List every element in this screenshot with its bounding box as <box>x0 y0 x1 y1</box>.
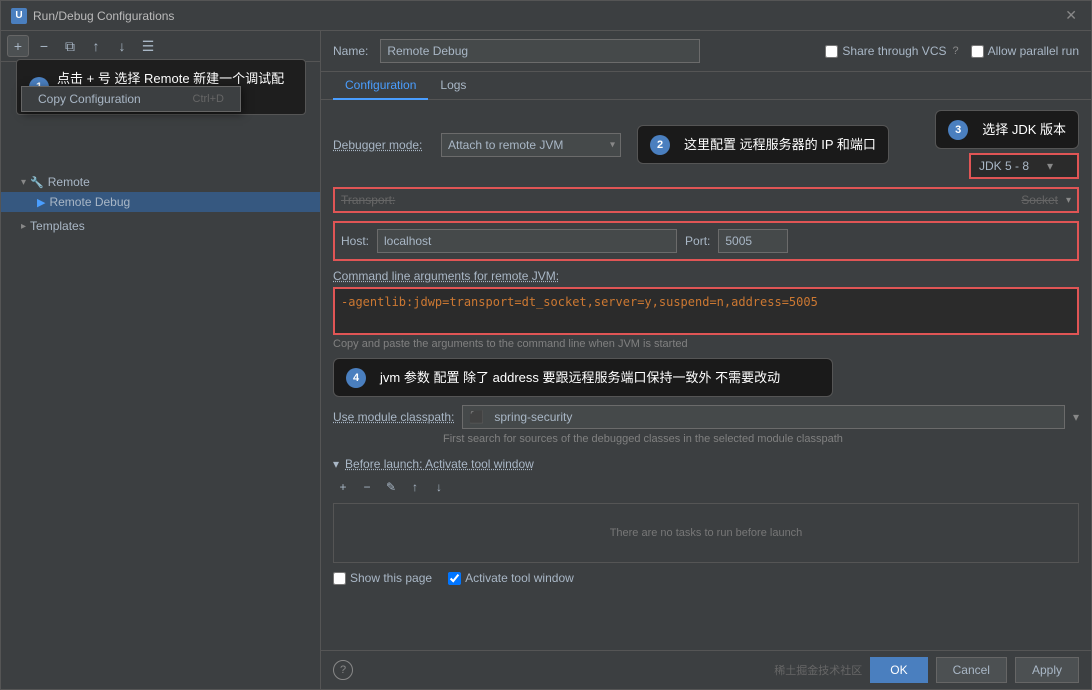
bottom-checkboxes: Show this page Activate tool window <box>333 571 1079 585</box>
chevron-right-icon: ▸ <box>21 221 26 232</box>
allow-parallel-row: Allow parallel run <box>971 44 1079 58</box>
tabs-bar: Configuration Logs <box>321 72 1091 100</box>
debugger-mode-row: Debugger mode: Attach to remote JVM 2 这里… <box>333 110 1079 179</box>
debugger-mode-label: Debugger mode: <box>333 138 433 152</box>
module-select-chevron-icon: ▾ <box>1073 410 1079 424</box>
name-input[interactable] <box>380 39 700 63</box>
before-launch-label: Before launch: Activate tool window <box>345 457 534 471</box>
tab-configuration[interactable]: Configuration <box>333 72 428 100</box>
module-input: ⬛ spring-security <box>462 405 1065 429</box>
activate-tool-row: Activate tool window <box>448 571 574 585</box>
before-launch-collapse-icon: ▾ <box>333 457 339 471</box>
annotation-3-badge: 3 <box>948 120 968 140</box>
transport-row: Transport: Socket ▾ <box>333 187 1079 213</box>
cmd-hint: Copy and paste the arguments to the comm… <box>333 338 1079 350</box>
move-task-up-button[interactable]: ↑ <box>405 477 425 497</box>
sidebar: + − ⧉ ↑ ↓ ☰ 1 点击 + 号 选择 Remote 新建一个调试配置 … <box>1 31 321 689</box>
annotation-3-popup: 3 选择 JDK 版本 <box>935 110 1079 149</box>
debug-config-icon: ▶ <box>37 196 45 209</box>
share-through-vcs-row: Share through VCS ? <box>825 44 958 58</box>
show-page-label: Show this page <box>350 571 432 585</box>
tasks-area: There are no tasks to run before launch <box>333 503 1079 563</box>
footer-buttons: 稀土掘金技术社区 OK Cancel Apply <box>774 657 1079 683</box>
footer-left: ? <box>333 660 353 680</box>
name-label: Name: <box>333 44 368 58</box>
annotation-2-popup: 2 这里配置 远程服务器的 IP 和端口 <box>637 125 889 164</box>
dialog-footer: ? 稀土掘金技术社区 OK Cancel Apply <box>321 650 1091 689</box>
activate-tool-label: Activate tool window <box>465 571 574 585</box>
jdk-select-box: JDK 5 - 8 ▾ <box>969 153 1079 179</box>
add-task-button[interactable]: + <box>333 477 353 497</box>
no-tasks-text: There are no tasks to run before launch <box>610 527 803 539</box>
annotation-2-badge: 2 <box>650 135 670 155</box>
host-input[interactable] <box>377 229 677 253</box>
before-launch-header[interactable]: ▾ Before launch: Activate tool window <box>333 457 1079 471</box>
move-down-button[interactable]: ↓ <box>111 35 133 57</box>
host-port-row: Host: Port: <box>333 221 1079 261</box>
help-button[interactable]: ? <box>333 660 353 680</box>
close-button[interactable]: ✕ <box>1061 5 1081 26</box>
cancel-button[interactable]: Cancel <box>936 657 1007 683</box>
sidebar-toolbar: + − ⧉ ↑ ↓ ☰ <box>1 31 320 62</box>
move-task-down-button[interactable]: ↓ <box>429 477 449 497</box>
watermark-text: 稀土掘金技术社区 <box>774 662 862 678</box>
annotation-2-text: 这里配置 远程服务器的 IP 和端口 <box>684 134 876 153</box>
copy-configuration-menu-item[interactable]: Copy Configuration Ctrl+D <box>22 87 240 111</box>
add-configuration-button[interactable]: + <box>7 35 29 57</box>
vcs-help-icon[interactable]: ? <box>952 45 958 57</box>
move-up-button[interactable]: ↑ <box>85 35 107 57</box>
allow-parallel-checkbox[interactable] <box>971 45 984 58</box>
module-classpath-label: Use module classpath: <box>333 410 454 424</box>
host-label: Host: <box>341 234 369 248</box>
debugger-mode-select-wrapper: Attach to remote JVM <box>441 133 621 157</box>
jdk-select-value: JDK 5 - 8 <box>979 159 1029 173</box>
filter-button[interactable]: ☰ <box>137 35 159 57</box>
apply-button[interactable]: Apply <box>1015 657 1079 683</box>
activate-tool-checkbox[interactable] <box>448 572 461 585</box>
title-bar: U Run/Debug Configurations ✕ <box>1 1 1091 31</box>
copy-configuration-button[interactable]: ⧉ <box>59 35 81 57</box>
tree-item-remote-debug[interactable]: ▶ Remote Debug <box>1 192 320 212</box>
config-area: Debugger mode: Attach to remote JVM 2 这里… <box>321 100 1091 650</box>
annotation-4-text: jvm 参数 配置 除了 address 要跟远程服务端口保持一致外 不需要改动 <box>380 367 780 386</box>
header-options: Share through VCS ? Allow parallel run <box>825 44 1079 58</box>
debugger-mode-select[interactable]: Attach to remote JVM <box>441 133 621 157</box>
transport-value: Socket <box>1021 193 1058 207</box>
allow-parallel-label: Allow parallel run <box>988 44 1079 58</box>
transport-chevron-icon: ▾ <box>1066 195 1071 206</box>
module-hint: First search for sources of the debugged… <box>443 433 1079 445</box>
annotation-4-badge: 4 <box>346 368 366 388</box>
right-panel: Name: Share through VCS ? Allow parallel… <box>321 31 1091 689</box>
ok-button[interactable]: OK <box>870 657 927 683</box>
share-through-vcs-label: Share through VCS <box>842 44 946 58</box>
annotation-4-popup: 4 jvm 参数 配置 除了 address 要跟远程服务端口保持一致外 不需要… <box>333 358 833 397</box>
show-page-row: Show this page <box>333 571 432 585</box>
show-page-checkbox[interactable] <box>333 572 346 585</box>
remote-folder-icon: 🔧 <box>30 176 44 189</box>
tree-item-templates[interactable]: ▸ Templates <box>1 216 320 236</box>
remove-task-button[interactable]: − <box>357 477 377 497</box>
share-through-vcs-checkbox[interactable] <box>825 45 838 58</box>
annotation-3-text: 选择 JDK 版本 <box>982 119 1066 138</box>
tree-item-remote[interactable]: ▾ 🔧 Remote <box>1 172 320 192</box>
section-toolbar: + − ✎ ↑ ↓ <box>333 477 1079 497</box>
module-row: Use module classpath: ⬛ spring-security … <box>333 405 1079 429</box>
cmd-textarea[interactable]: -agentlib:jdwp=transport=dt_socket,serve… <box>333 287 1079 335</box>
module-value: spring-security <box>494 410 572 424</box>
before-launch-section: ▾ Before launch: Activate tool window + … <box>333 457 1079 563</box>
port-label: Port: <box>685 234 710 248</box>
tab-logs[interactable]: Logs <box>428 72 478 100</box>
header-row: Name: Share through VCS ? Allow parallel… <box>321 31 1091 72</box>
dialog-title: Run/Debug Configurations <box>33 9 174 23</box>
jdk-chevron-icon: ▾ <box>1047 159 1053 173</box>
remove-configuration-button[interactable]: − <box>33 35 55 57</box>
context-menu: Copy Configuration Ctrl+D <box>21 86 241 112</box>
cmd-label: Command line arguments for remote JVM: <box>333 269 1079 283</box>
chevron-down-icon: ▾ <box>21 177 26 188</box>
app-icon: U <box>11 8 27 24</box>
transport-label: Transport: <box>341 193 395 207</box>
module-icon: ⬛ <box>469 410 484 424</box>
edit-task-button[interactable]: ✎ <box>381 477 401 497</box>
port-input[interactable] <box>718 229 788 253</box>
